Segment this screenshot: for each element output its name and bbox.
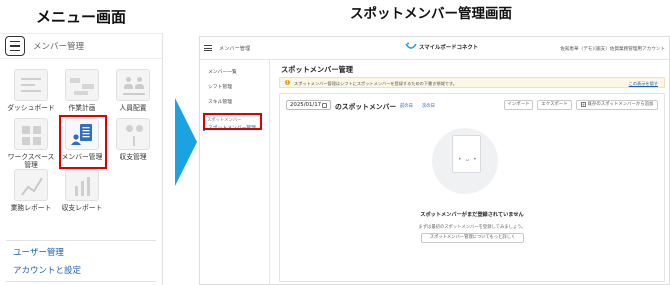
account-settings-link[interactable]: アカウントと設定: [13, 264, 81, 276]
info-notice: ! スポットメンバー管理はシフトにスポットメンバーを登録するための下書き領域です…: [279, 77, 665, 88]
import-button[interactable]: インポート: [504, 100, 533, 110]
menu-panel: メンバー管理 ダッシュボード 作業計画 人員配置 ワークスペース管理 メンバー管…: [0, 33, 163, 285]
app-header-title: メンバー管理: [219, 45, 251, 52]
date-value: 2025/01/17: [290, 102, 322, 108]
tile-income-expense[interactable]: 収支管理: [108, 118, 158, 161]
date-picker[interactable]: 2025/01/17: [286, 100, 331, 110]
empty-state-description: まずは最初のスポットメンバーを登録してみましょう。: [418, 225, 526, 230]
tile-staff-placement[interactable]: 人員配置: [108, 69, 158, 112]
tile-label: 作業計画: [68, 104, 96, 112]
next-day-link[interactable]: 次の日: [422, 103, 435, 109]
hamburger-menu-icon[interactable]: [5, 36, 25, 56]
tile-business-report[interactable]: 業務レポート: [6, 169, 56, 212]
spot-member-highlight: [203, 113, 262, 130]
calendar-icon: [322, 102, 327, 108]
member-management-highlight: [59, 115, 107, 169]
tile-dashboard[interactable]: ダッシュボード: [6, 69, 56, 112]
user-management-link[interactable]: ユーザー管理: [13, 246, 64, 258]
app-main: スポットメンバー管理 ! スポットメンバー管理はシフトにスポットメンバーを登録す…: [271, 60, 670, 285]
arrow-right-icon: [175, 98, 197, 186]
spot-member-card: 2025/01/17 のスポットメンバー 前の日 次の日 インポート エクスポー…: [279, 93, 665, 282]
header-account-name[interactable]: （脇支）佐賀業務管理用アカウント: [591, 46, 665, 52]
info-icon: !: [285, 80, 290, 85]
sidebar-item-skill[interactable]: スキル管理: [208, 98, 232, 105]
tile-workspace[interactable]: ワークスペース管理: [6, 118, 56, 170]
staff-placement-icon: [116, 69, 150, 101]
plus-icon: +: [580, 102, 586, 107]
logo-text: スマイルボードコネクト: [419, 45, 479, 51]
tile-label: 収支管理: [119, 153, 147, 161]
spot-member-label: のスポットメンバー: [335, 103, 397, 111]
empty-state-title: スポットメンバーがまだ登録されていません: [420, 212, 524, 218]
empty-document-icon: [452, 135, 481, 173]
prev-day-link[interactable]: 前の日: [400, 103, 413, 109]
spot-member-app-window: メンバー管理 スマイルボードコネクト 佐知恵華（デモ） （脇支）佐賀業務管理用ア…: [199, 36, 670, 285]
export-button[interactable]: エクスポート: [537, 100, 572, 110]
app-sidebar: メンバー一覧 シフト管理 スキル管理 スポットメンバー スポットメンバー管理: [200, 60, 270, 285]
app-logo: スマイルボードコネクト: [405, 42, 478, 52]
add-past-label: 既存のスポットメンバーから追加: [587, 102, 654, 107]
sidebar-item-shift[interactable]: シフト管理: [208, 83, 232, 90]
sidebar-item-member-list[interactable]: メンバー一覧: [208, 68, 237, 75]
menu-header: メンバー管理: [0, 33, 162, 59]
business-report-icon: [14, 169, 48, 201]
menu-header-title: メンバー管理: [33, 42, 85, 52]
hide-notice-link[interactable]: この表示を隠す: [629, 81, 658, 87]
app-header: メンバー管理 スマイルボードコネクト 佐知恵華（デモ） （脇支）佐賀業務管理用ア…: [200, 37, 669, 60]
income-expense-icon: [116, 118, 150, 150]
caption-menu-screen: メニュー画面: [36, 8, 127, 26]
face-icon: • ᴗ •: [458, 156, 478, 163]
menu-divider: [6, 281, 156, 282]
notice-text: スポットメンバー管理はシフトにスポットメンバーを登録するための下書き領域です。: [294, 80, 457, 86]
tile-work-plan[interactable]: 作業計画: [57, 69, 107, 112]
tile-label: 人員配置: [119, 104, 147, 112]
work-plan-icon: [65, 69, 99, 101]
learn-more-button[interactable]: スポットメンバー管理についてもっと詳しく: [421, 233, 524, 243]
tile-income-report[interactable]: 収支レポート: [57, 169, 107, 212]
add-past-spot-member-button[interactable]: + 既存のスポットメンバーから追加: [576, 100, 658, 110]
workspace-icon: [14, 118, 48, 150]
dashboard-icon: [14, 69, 48, 101]
tile-label: 業務レポート: [10, 204, 52, 212]
app-hamburger-icon[interactable]: [204, 45, 212, 51]
caption-spot-member-screen: スポットメンバー管理画面: [350, 6, 512, 22]
menu-divider: [6, 240, 156, 241]
tile-label: ワークスペース管理: [7, 153, 55, 170]
tile-label: 収支レポート: [61, 204, 103, 212]
income-report-icon: [65, 169, 99, 201]
smile-logo-icon: [405, 42, 417, 49]
tile-label: ダッシュボード: [7, 104, 55, 112]
page-title: スポットメンバー管理: [281, 65, 353, 74]
